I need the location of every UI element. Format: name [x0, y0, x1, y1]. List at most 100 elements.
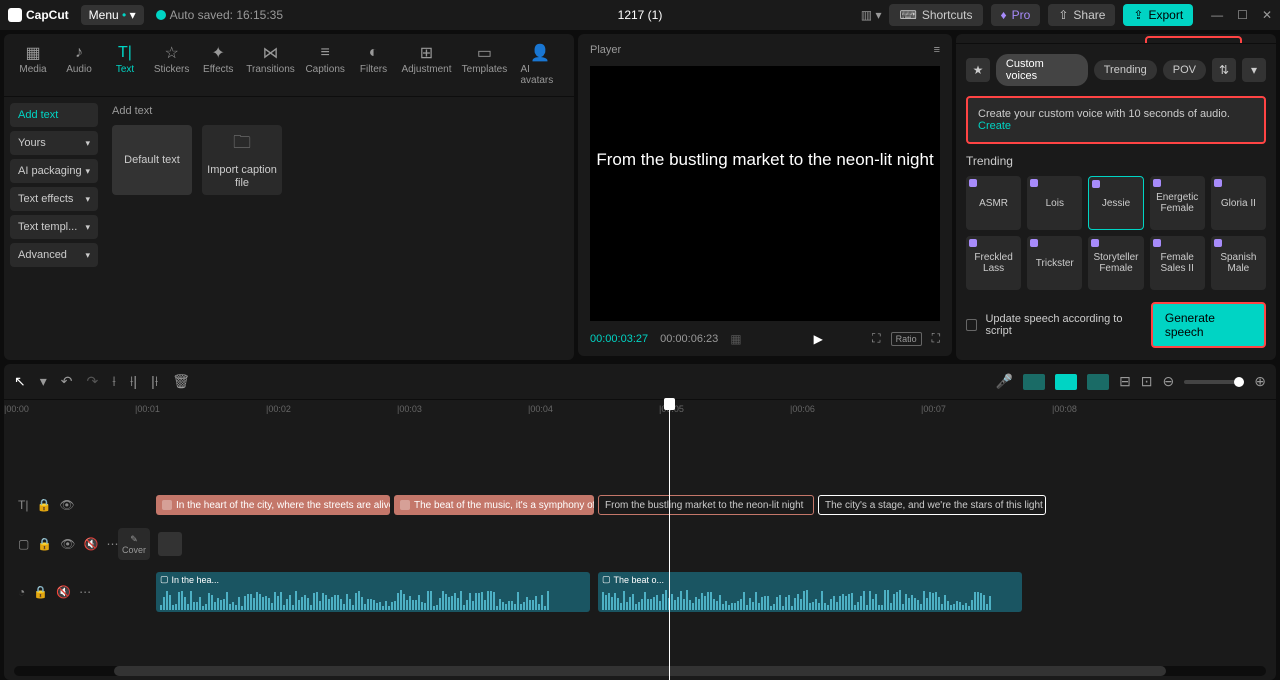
audio-clip-1[interactable]: ▢ In the hea... — [156, 572, 590, 612]
tab-animation[interactable]: Animation — [1006, 34, 1079, 44]
autosave-status: Auto saved: 16:15:35 — [156, 8, 283, 22]
voice-lois[interactable]: Lois — [1027, 176, 1082, 230]
align-icon[interactable]: ⊟ — [1119, 373, 1131, 390]
pill-trending[interactable]: Trending — [1094, 60, 1157, 80]
sidebar-add-text[interactable]: Add text — [10, 103, 98, 127]
close-icon[interactable]: ✕ — [1262, 8, 1272, 22]
tool-tab-stickers[interactable]: ☆Stickers — [150, 40, 193, 90]
sidebar-text-effects[interactable]: Text effects▾ — [10, 187, 98, 211]
time-current: 00:00:03:27 — [590, 333, 648, 345]
menu-button[interactable]: Menu • ▾ — [81, 5, 144, 25]
trim-left-tool[interactable]: ⟊| — [130, 373, 137, 390]
text-clip-2[interactable]: The beat of the music, it's a symphony o… — [394, 495, 594, 515]
lock-icon[interactable]: 🔒 — [33, 585, 48, 599]
voice-freckled-lass[interactable]: Freckled Lass — [966, 236, 1021, 290]
layout-icon[interactable]: ▥ ▾ — [861, 8, 882, 22]
magnet-3[interactable] — [1087, 374, 1109, 390]
text-clip-4[interactable]: The city's a stage, and we're the stars … — [818, 495, 1046, 515]
voice-gloria-ii[interactable]: Gloria II — [1211, 176, 1266, 230]
sidebar-ai-packaging[interactable]: AI packaging▾ — [10, 159, 98, 183]
cover-button[interactable]: ✎Cover — [118, 528, 150, 560]
tab-text[interactable]: Text — [964, 34, 1006, 44]
mic-icon[interactable]: 🎤 — [996, 373, 1013, 390]
mute-icon[interactable]: 🔇 — [56, 585, 71, 599]
tool-tab-transitions[interactable]: ⋈Transitions — [243, 40, 298, 90]
playhead[interactable] — [669, 400, 670, 680]
tool-tab-adjustment[interactable]: ⊞Adjustment — [399, 40, 455, 90]
zoom-slider[interactable] — [1184, 380, 1244, 384]
voice-jessie[interactable]: Jessie — [1088, 176, 1143, 230]
tool-tab-filters[interactable]: ◐Filters — [353, 40, 395, 90]
pro-button[interactable]: ♦ Pro — [991, 4, 1041, 26]
favorites-button[interactable]: ★ — [966, 58, 990, 82]
player-menu-icon[interactable]: ≡ — [934, 44, 940, 56]
voice-female-sales-ii[interactable]: Female Sales II — [1150, 236, 1205, 290]
ruler-mark: |00:06 — [790, 404, 815, 414]
sidebar-text-templ-[interactable]: Text templ...▾ — [10, 215, 98, 239]
trim-right-tool[interactable]: |⟊ — [151, 373, 158, 390]
export-button[interactable]: ⇪ Export — [1123, 4, 1193, 26]
mute-icon[interactable]: 🔇 — [84, 537, 99, 551]
ruler-mark: |00:04 — [528, 404, 553, 414]
text-clip-3[interactable]: From the bustling market to the neon-lit… — [598, 495, 814, 515]
tool-tab-captions[interactable]: ≡Captions — [302, 40, 349, 90]
more-icon[interactable]: ⋯ — [79, 585, 91, 599]
generate-speech-button[interactable]: Generate speech — [1151, 302, 1266, 348]
share-button[interactable]: ⇧ Share — [1048, 4, 1115, 26]
dropdown-icon[interactable]: ▾ — [1242, 58, 1266, 82]
voice-trickster[interactable]: Trickster — [1027, 236, 1082, 290]
redo-button[interactable]: ↷ — [87, 373, 99, 390]
zoom-in-icon[interactable]: ⊕ — [1254, 373, 1266, 390]
project-title: 1217 (1) — [618, 8, 663, 22]
lock-icon[interactable]: 🔒 — [36, 498, 51, 512]
magnet-1[interactable] — [1023, 374, 1045, 390]
fullscreen-icon[interactable]: ⛶ — [932, 331, 940, 346]
tab-ai-avata[interactable]: AI avata — [1242, 34, 1276, 44]
tab-text-to-speech[interactable]: Text to speech — [1145, 36, 1242, 44]
tool-tab-ai avatars[interactable]: 👤AI avatars — [514, 40, 566, 90]
settings-icon[interactable]: ⊡ — [1141, 373, 1153, 390]
cursor-tool[interactable]: ↖ — [14, 373, 26, 390]
ratio-button[interactable]: Ratio — [891, 332, 922, 346]
text-clip-1[interactable]: In the heart of the city, where the stre… — [156, 495, 390, 515]
ruler-mark: |00:03 — [397, 404, 422, 414]
split-tool[interactable]: ⟊ — [112, 373, 116, 390]
update-speech-checkbox[interactable] — [966, 319, 977, 331]
magnet-2[interactable] — [1055, 374, 1077, 390]
pill-pov[interactable]: POV — [1163, 60, 1206, 80]
play-button[interactable]: ▶ — [814, 332, 823, 346]
sidebar-advanced[interactable]: Advanced▾ — [10, 243, 98, 267]
create-link[interactable]: Create — [978, 120, 1011, 132]
tool-tab-templates[interactable]: ▭Templates — [458, 40, 510, 90]
pill-custom-voices[interactable]: Custom voices — [996, 54, 1088, 86]
zoom-out-icon[interactable]: ⊖ — [1163, 373, 1175, 390]
shortcuts-button[interactable]: ⌨ Shortcuts — [889, 4, 982, 26]
tool-tab-effects[interactable]: ✦Effects — [197, 40, 239, 90]
sidebar-yours[interactable]: Yours▾ — [10, 131, 98, 155]
import-caption-card[interactable]: 🗀 Import caption file — [202, 125, 282, 195]
tool-tab-text[interactable]: T|Text — [104, 40, 146, 90]
tool-tab-media[interactable]: ▦Media — [12, 40, 54, 90]
maximize-icon[interactable]: ☐ — [1237, 8, 1248, 22]
tab-tracking[interactable]: Tracking — [1079, 34, 1145, 44]
undo-button[interactable]: ↶ — [61, 373, 73, 390]
focus-icon[interactable]: ⛶ — [872, 331, 880, 346]
audio-clip-2[interactable]: ▢ The beat o... — [598, 572, 1022, 612]
video-thumb[interactable] — [158, 532, 182, 556]
voice-energetic-female[interactable]: Energetic Female — [1150, 176, 1205, 230]
voice-storyteller-female[interactable]: Storyteller Female — [1088, 236, 1143, 290]
minimize-icon[interactable]: — — [1211, 8, 1223, 22]
grid-icon[interactable]: ▦ — [730, 332, 741, 346]
timeline-scrollbar[interactable] — [14, 666, 1266, 676]
filter-icon[interactable]: ⇅ — [1212, 58, 1236, 82]
cursor-dropdown[interactable]: ▾ — [40, 373, 47, 390]
delete-tool[interactable]: 🗑 — [172, 373, 190, 390]
eye-icon[interactable]: 👁 — [59, 498, 74, 512]
voice-spanish-male[interactable]: Spanish Male — [1211, 236, 1266, 290]
tool-tab-audio[interactable]: ♪Audio — [58, 40, 100, 90]
section-trending: Trending — [956, 154, 1276, 176]
lock-icon[interactable]: 🔒 — [37, 537, 52, 551]
eye-icon[interactable]: 👁 — [60, 537, 75, 551]
default-text-card[interactable]: Default text — [112, 125, 192, 195]
voice-asmr[interactable]: ASMR — [966, 176, 1021, 230]
